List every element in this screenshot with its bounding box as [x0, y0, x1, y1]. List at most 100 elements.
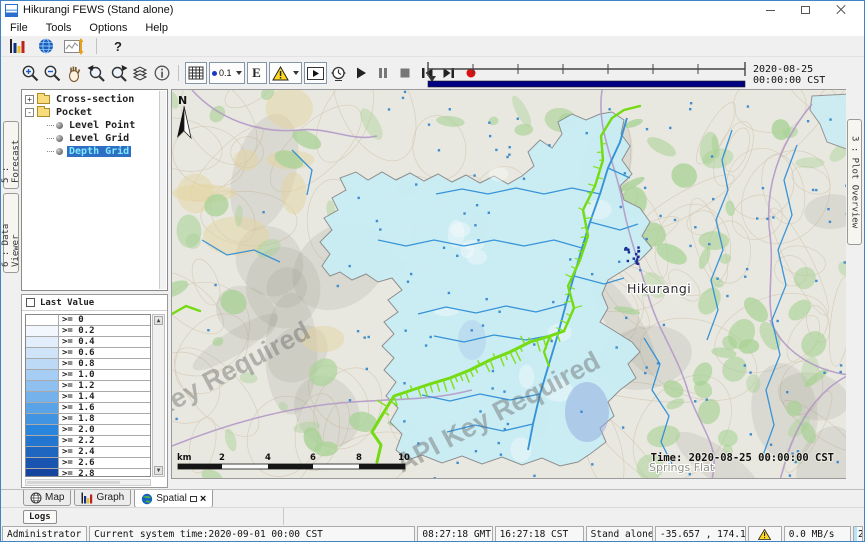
svg-text:6: 6	[310, 453, 316, 463]
status-mode: Stand alone	[586, 526, 653, 542]
tree-scrollbar[interactable]	[159, 91, 166, 289]
folder-icon	[37, 108, 50, 117]
tree-node-level-point[interactable]: Level Point	[47, 119, 166, 131]
pause-button[interactable]	[373, 62, 393, 84]
toolbar-separator	[96, 38, 97, 54]
maximize-button[interactable]	[801, 6, 810, 14]
warning-threshold-dropdown[interactable]	[269, 62, 302, 84]
legend-label: >= 0.2	[59, 326, 98, 336]
tab-map[interactable]: Map	[23, 490, 71, 506]
legend-label: >= 2.8	[59, 469, 98, 477]
legend-row: >= 0.4	[26, 337, 150, 348]
status-warning[interactable]	[748, 526, 782, 542]
status-bar: Administrator Current system time:2020-0…	[1, 525, 864, 542]
expand-plus-icon[interactable]: +	[25, 95, 34, 104]
data-display-button[interactable]	[8, 35, 28, 57]
legend-swatch	[26, 392, 59, 402]
time-control-button[interactable]	[329, 62, 349, 84]
close-button[interactable]	[836, 5, 846, 15]
menu-help[interactable]: Help	[136, 21, 177, 35]
node-bullet-icon	[56, 148, 63, 155]
zoom-next-button[interactable]	[108, 62, 128, 84]
scroll-down-icon[interactable]: ▼	[154, 466, 163, 475]
zoom-previous-button[interactable]	[86, 62, 106, 84]
last-value-checkbox[interactable]	[26, 298, 35, 307]
timeseries-chart-icon	[64, 38, 84, 55]
menu-options[interactable]: Options	[80, 21, 136, 35]
map-view[interactable]: API Key Required API Key Required N Hiku…	[171, 89, 848, 479]
legend-swatch	[26, 469, 59, 477]
hand-icon	[65, 64, 83, 83]
map-label-town: Hikurangi	[627, 281, 691, 296]
legend-scrollbar[interactable]: ▲ ▼	[152, 314, 165, 477]
warning-triangle-icon	[272, 66, 289, 81]
zoom-out-button[interactable]	[42, 62, 62, 84]
timeseries-dialog-button[interactable]	[64, 35, 84, 57]
pause-icon	[374, 65, 392, 81]
node-bullet-icon	[56, 122, 63, 129]
title-bar: Hikurangi FEWS (Stand alone)	[1, 1, 864, 19]
legend-row: >= 1.2	[26, 381, 150, 392]
play-button[interactable]	[351, 62, 371, 84]
layers-icon	[131, 64, 149, 82]
close-pane-icon[interactable]: ×	[200, 494, 206, 504]
stop-button[interactable]	[395, 62, 415, 84]
zoom-next-icon	[109, 64, 128, 83]
tab-spatial[interactable]: Spatial ×	[134, 490, 213, 508]
pan-button[interactable]	[64, 62, 84, 84]
node-bullet-icon	[56, 135, 63, 142]
globe-grid-icon	[30, 492, 42, 504]
info-icon	[153, 64, 171, 82]
tree-node-pocket[interactable]: - Pocket	[25, 106, 166, 118]
tree-connector	[47, 151, 54, 152]
tab-graph[interactable]: Graph	[74, 490, 131, 506]
chevron-down-icon	[236, 71, 242, 75]
tree-node-cross-section[interactable]: + Cross-section	[25, 93, 166, 105]
legend-row: >= 0.8	[26, 359, 150, 370]
legend-label: >= 2.2	[59, 436, 98, 446]
help-button[interactable]: ?	[108, 39, 128, 54]
tab-forecast[interactable]: 5 : Forecast	[3, 121, 19, 189]
restore-pane-icon[interactable]	[190, 496, 197, 502]
menu-tools[interactable]: Tools	[37, 21, 81, 35]
legend-label: >= 0.8	[59, 359, 98, 369]
timeline-slider[interactable]	[426, 59, 748, 89]
legend-row: >= 2.2	[26, 436, 150, 447]
layers-button[interactable]	[130, 62, 150, 84]
logs-button[interactable]: Logs	[23, 510, 57, 524]
map-time-label: Time: 2020-08-25 00:00:00 CST	[651, 452, 834, 464]
grid-display-button[interactable]	[185, 62, 207, 84]
tree-connector	[47, 125, 54, 126]
svg-text:4: 4	[265, 453, 271, 463]
tree-node-level-grid[interactable]: Level Grid	[47, 132, 166, 144]
scroll-up-icon[interactable]: ▲	[154, 316, 163, 325]
spatial-display-button[interactable]	[36, 35, 56, 57]
info-button[interactable]	[152, 62, 172, 84]
grid-icon	[188, 66, 204, 80]
collapse-minus-icon[interactable]: -	[25, 108, 34, 117]
legend-hscrollbar[interactable]	[25, 479, 151, 486]
zoom-in-button[interactable]	[20, 62, 40, 84]
memory-usage-bar	[854, 527, 857, 541]
minimize-button[interactable]	[766, 10, 775, 11]
menu-file[interactable]: File	[1, 21, 37, 35]
status-gmt-time: 08:27:18 GMT	[417, 526, 492, 542]
left-tab-strip: 5 : Forecast 6 : Data Viewer	[1, 57, 21, 489]
timeline-ruler	[426, 59, 748, 89]
svg-text:2: 2	[219, 453, 225, 463]
legend-swatch	[26, 315, 59, 325]
tab-plot-overview[interactable]: 3 : Plot Overview	[847, 119, 862, 245]
play-icon	[352, 65, 370, 81]
animation-export-button[interactable]	[304, 62, 327, 84]
tab-data-viewer[interactable]: 6 : Data Viewer	[3, 193, 19, 273]
map-canvas[interactable]: API Key Required API Key Required N Hiku…	[172, 90, 848, 479]
app-logo-icon	[5, 4, 18, 17]
label-display-button[interactable]: E	[247, 62, 267, 84]
interval-dropdown[interactable]: 0.1	[209, 62, 245, 84]
status-transfer-rate: 0.0 MB/s	[784, 526, 851, 542]
timeline-extent-bar	[428, 81, 745, 87]
zoom-previous-icon	[87, 64, 106, 83]
legend-row: >= 1.4	[26, 392, 150, 403]
tree-node-depth-grid[interactable]: Depth Grid	[47, 145, 166, 157]
status-coordinates: -35.657 , 174.199	[655, 526, 746, 542]
